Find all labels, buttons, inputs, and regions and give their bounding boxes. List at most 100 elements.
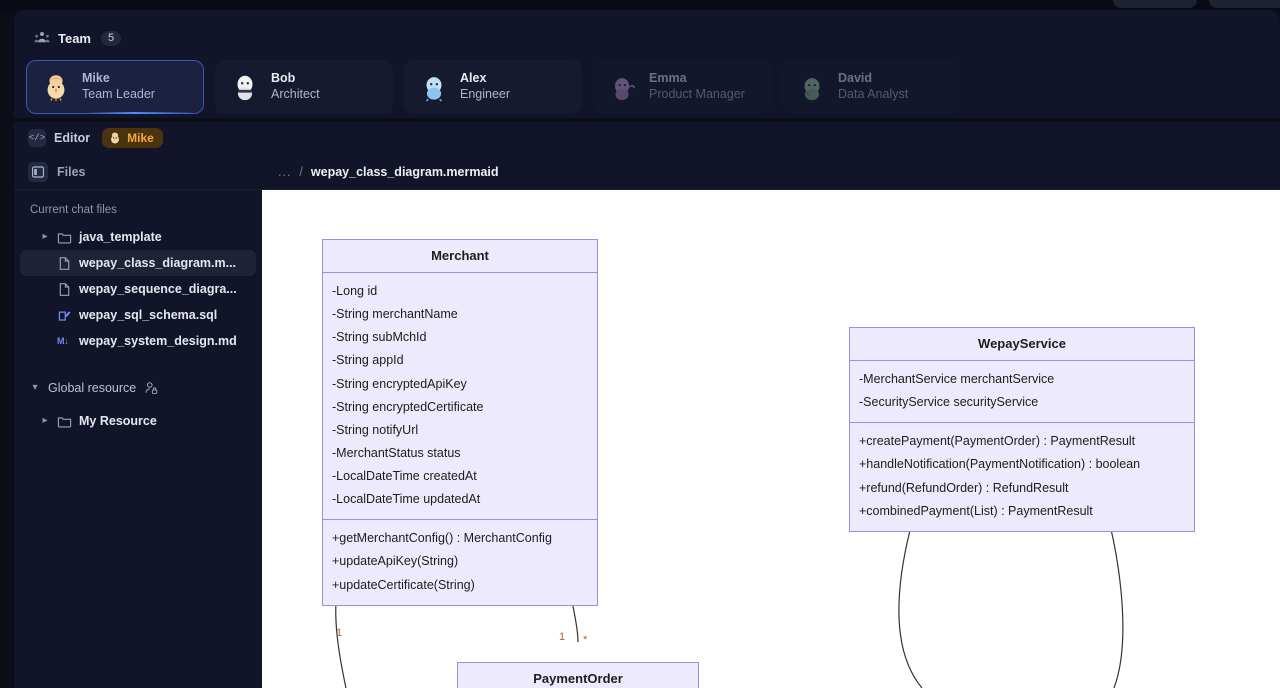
member-role: Architect [271,87,320,101]
current-chat-files-label: Current chat files [30,204,117,216]
method: +getMerchantConfig() : MerchantConfig [332,531,552,546]
resource-name: My Resource [79,414,157,428]
chevron-down-icon[interactable]: ▾ [30,383,40,393]
uml-class-wepayservice[interactable]: WepayService -MerchantService merchantSe… [849,327,1195,532]
top-pill-left[interactable] [1113,0,1197,8]
team-member-emma[interactable]: Emma Product Manager [593,60,771,114]
diagram-canvas[interactable]: Merchant -Long id -String merchantName -… [262,190,1280,688]
code-icon: </> [28,129,46,147]
member-role: Data Analyst [838,87,909,101]
top-strip [0,0,1280,10]
file-tree-item-class-diagram[interactable]: ▸ wepay_class_diagram.m... [20,250,256,276]
robot-avatar [237,75,253,101]
uml-class-merchant[interactable]: Merchant -Long id -String merchantName -… [322,239,598,606]
file-tree-item-sequence-diagram[interactable]: ▸ wepay_sequence_diagra... [20,276,256,302]
chevron-right-icon[interactable]: ▸ [40,416,50,426]
file-name: wepay_sequence_diagra... [79,282,237,296]
team-member-alex[interactable]: Alex Engineer [404,60,582,114]
editor-main: ... / wepay_class_diagram.mermaid Mercha… [262,154,1280,688]
file-tree-item-sql-schema[interactable]: ▸ wepay_sql_schema.sql [20,302,256,328]
member-text: Mike Team Leader [82,71,155,102]
team-member-bob[interactable]: Bob Architect [215,60,393,114]
purple-blob-avatar [615,78,636,101]
editor-tab-label: Editor [54,131,91,145]
methods-compartment: +getMerchantConfig() : MerchantConfig +u… [323,519,597,604]
attributes-compartment: -MerchantService merchantService -Securi… [850,361,1194,422]
chick-avatar [111,132,120,144]
method: +handleNotification(PaymentNotification)… [859,457,1141,472]
team-member-list: Mike Team Leader Bob Architect Alex Engi… [26,60,960,114]
member-name: Alex [460,71,487,86]
class-name: PaymentOrder [458,663,698,688]
breadcrumb-file: wepay_class_diagram.mermaid [310,164,499,179]
file-icon [59,256,70,270]
green-blob-avatar [804,78,820,101]
attribute: -String encryptedApiKey [332,376,467,391]
member-role: Team Leader [82,87,155,101]
member-text: Bob Architect [271,71,320,102]
breadcrumb-ellipsis[interactable]: ... [278,165,291,179]
file-name: java_template [79,230,162,244]
class-name: WepayService [850,328,1194,361]
method: +refund(RefundOrder) : RefundResult [859,480,1069,495]
attribute: -String encryptedCertificate [332,399,484,414]
file-tree-item-java-template[interactable]: ▸ java_template [20,224,256,250]
class-name: Merchant [323,240,597,273]
global-resource-label: Global resource [48,381,137,395]
team-header: Team 5 [34,30,122,46]
multiplicity-label: 1 [559,631,566,643]
team-member-david[interactable]: David Data Analyst [782,60,960,114]
attribute: -String merchantName [332,307,458,322]
folder-icon [57,416,72,427]
file-name: wepay_system_design.md [79,334,237,348]
global-resource-header[interactable]: ▾ Global resource [14,376,262,400]
chevron-right-icon[interactable]: ▸ [40,232,50,242]
method: +updateCertificate(String) [332,577,475,592]
file-name: wepay_sql_schema.sql [79,308,218,322]
attribute: -Long id [332,284,378,298]
files-header[interactable]: Files [14,154,262,190]
person-lock-icon [145,382,158,394]
uml-class-paymentorder[interactable]: PaymentOrder -Long id [457,662,699,688]
member-name: Mike [82,71,110,86]
blue-ghost-avatar [425,77,443,102]
team-panel: Team 5 Mike Team Leader Bob Architect Al… [14,10,1280,118]
top-pill-right[interactable] [1209,0,1280,8]
attribute: -MerchantStatus status [332,445,461,460]
method: +combinedPayment(List) : PaymentResult [859,503,1093,518]
folder-icon [57,232,72,243]
editor-bar: </> Editor Mike [14,122,1280,154]
member-role: Product Manager [649,87,745,101]
global-resource-item-my-resource[interactable]: ▸ My Resource [20,408,256,434]
team-count-badge: 5 [101,30,122,46]
active-user-badge[interactable]: Mike [102,128,163,148]
active-user-name: Mike [127,131,154,145]
file-tree-item-system-design[interactable]: ▸ M↓ wepay_system_design.md [20,328,256,354]
member-role: Engineer [460,87,511,101]
attribute: -String notifyUrl [332,422,419,437]
file-name: wepay_class_diagram.m... [79,256,237,270]
attributes-compartment: -Long id -String merchantName -String su… [323,273,597,519]
markdown-icon: M↓ [57,336,69,346]
methods-compartment: +createPayment(PaymentOrder) : PaymentRe… [850,422,1194,531]
member-text: Emma Product Manager [649,71,745,102]
method: +updateApiKey(String) [332,554,459,569]
member-name: Emma [649,71,687,86]
member-text: David Data Analyst [838,71,909,102]
member-name: David [838,71,873,86]
attribute: -MerchantService merchantService [859,372,1055,386]
member-text: Alex Engineer [460,71,511,102]
attribute: -String appId [332,353,404,368]
breadcrumb-separator: / [299,164,303,179]
method: +createPayment(PaymentOrder) : PaymentRe… [859,434,1136,449]
breadcrumb: ... / wepay_class_diagram.mermaid [262,154,1280,190]
attribute: -LocalDateTime updatedAt [332,492,481,507]
panel-icon [28,161,48,182]
attribute: -SecurityService securityService [859,395,1039,410]
team-title: Team [58,30,91,46]
multiplicity-label: 1 [336,627,343,639]
sql-icon [58,310,71,321]
editor-tab[interactable]: </> Editor [28,129,90,147]
team-member-mike[interactable]: Mike Team Leader [26,60,204,114]
multiplicity-label: * [583,634,588,646]
